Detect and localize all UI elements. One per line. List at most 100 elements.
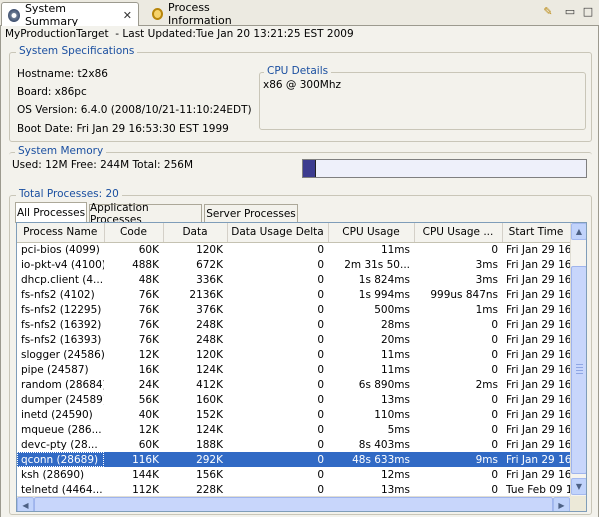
table-cell: slogger (24586) [21,348,104,361]
table-cell: 0 [491,318,498,331]
table-cell: 3ms [475,273,498,286]
table-cell: 1ms [475,303,498,316]
scroll-up-icon[interactable]: ▲ [571,223,586,240]
column-header-6[interactable]: Start Time [502,223,571,243]
table-row[interactable]: dumper (24589) 56K 160K 0 13ms 0 Fri Jan 29 16… [17,392,570,407]
table-cell: ksh (28690) [21,468,85,481]
table-row[interactable]: slogger (24586) 12K 120K 0 11ms 0 Fri Jan 29 1… [17,347,570,362]
table-row[interactable]: io-pkt-v4 (4100) 488K 672K 0 2m 31s 50... 3ms… [17,257,570,272]
table-cell: 12K [138,423,159,436]
system-memory-title: System Memory [15,145,107,157]
table-cell: io-pkt-v4 (4100) [21,258,104,271]
table-cell: 5ms [387,423,410,436]
table-cell: 0 [491,468,498,481]
table-header-row: Process Name Code Data Data Usage Delta CPU … [17,223,571,243]
tab-system-summary[interactable]: System Summary ✕ [1,2,139,28]
system-specifications-group: System Specifications Hostname: t2x86 Bo… [9,45,592,142]
table-cell: qconn (28689) [17,452,104,467]
table-cell: 13ms [380,393,410,406]
table-row[interactable]: ksh (28690) 144K 156K 0 12ms 0 Fri Jan 29 16: [17,467,570,482]
table-row[interactable]: fs-nfs2 (12295) 76K 376K 0 500ms 1ms Fri Jan 2… [17,302,570,317]
system-summary-icon [8,8,20,22]
table-row[interactable]: dhcp.client (4... 48K 336K 0 1s 824ms 3ms Fri … [17,272,570,287]
board-label: Board: x86pc [17,86,87,98]
tab-server-processes[interactable]: Server Processes [204,204,298,222]
boot-date-label: Boot Date: Fri Jan 29 16:53:30 EST 1999 [17,123,229,135]
table-cell: fs-nfs2 (12295) [21,303,102,316]
column-header-3[interactable]: Data Usage Delta [227,223,329,243]
vertical-scrollbar[interactable]: ▲ ▼ [570,223,586,496]
table-cell: 13ms [380,483,410,496]
table-cell: 12K [138,348,159,361]
scroll-left-icon[interactable]: ◀ [17,497,34,511]
table-cell: Fri Jan 29 16: [506,318,570,331]
table-cell: 412K [196,378,223,391]
tab-all-processes[interactable]: All Processes [15,202,87,223]
table-cell: 0 [317,408,324,421]
table-cell: Fri Jan 29 16: [506,288,570,301]
table-cell: 0 [317,393,324,406]
tab-process-information-label: Process Information [168,1,232,27]
table-cell: Fri Jan 29 16: [506,378,570,391]
table-cell: 112K [132,483,159,496]
table-cell: 0 [491,438,498,451]
table-cell: 0 [227,452,328,467]
table-row[interactable]: pipe (24587) 16K 124K 0 11ms 0 Fri Jan 29 16: [17,362,570,377]
clear-icon[interactable]: ✎ [540,5,556,19]
table-cell: 0 [317,303,324,316]
table-row[interactable]: telnetd (4464... 112K 228K 0 13ms 0 Tue Feb 09… [17,482,570,497]
column-header-2[interactable]: Data [163,223,228,243]
table-cell: 116K [104,452,163,467]
column-header-1[interactable]: Code [104,223,164,243]
table-cell: inetd (24590) [21,408,93,421]
table-cell: 336K [196,273,223,286]
table-cell: 110ms [374,408,410,421]
tab-system-summary-label: System Summary [24,2,79,28]
table-cell: 0 [491,333,498,346]
column-header-0[interactable]: Process Name [17,223,105,243]
table-cell: 0 [317,333,324,346]
scroll-corner [570,496,586,511]
table-row[interactable]: random (28684) 24K 412K 0 6s 890ms 2ms Fri Jan… [17,377,570,392]
table-row[interactable]: pci-bios (4099) 60K 120K 0 11ms 0 Fri Jan 29 1… [17,242,570,257]
tab-process-information[interactable]: Process Information [146,1,270,27]
process-table: Process Name Code Data Data Usage Delta CPU … [16,222,587,512]
table-cell: Fri Jan 29 16: [506,363,570,376]
table-row[interactable]: fs-nfs2 (16393) 76K 248K 0 20ms 0 Fri Jan 29 1… [17,332,570,347]
table-cell: dhcp.client (4... [21,273,104,286]
table-row[interactable]: qconn (28689) 116K 292K 0 48s 633ms 9ms Fri Ja… [17,452,570,467]
table-row[interactable]: mqueue (286... 12K 124K 0 5ms 0 Fri Jan 29 16: [17,422,570,437]
table-cell: 672K [196,258,223,271]
table-cell: 152K [196,408,223,421]
table-cell: Fri Jan 29 16: [506,468,570,481]
table-cell: 500ms [374,303,410,316]
table-row[interactable]: devc-pty (28... 60K 188K 0 8s 403ms 0 Fri Jan … [17,437,570,452]
table-cell: 0 [491,408,498,421]
column-header-4[interactable]: CPU Usage [328,223,415,243]
table-cell: 292K [163,452,227,467]
table-row[interactable]: inetd (24590) 40K 152K 0 110ms 0 Fri Jan 29 16… [17,407,570,422]
table-cell: 188K [196,438,223,451]
table-cell: 56K [138,393,159,406]
table-cell: Fri Jan 29 16: [506,348,570,361]
table-cell: 120K [196,348,223,361]
scroll-down-icon[interactable]: ▼ [571,478,586,495]
close-icon[interactable]: ✕ [123,9,132,22]
tab-application-processes[interactable]: Application Processes [89,202,202,226]
minimize-icon[interactable]: ▭ [562,5,578,19]
table-row[interactable]: fs-nfs2 (16392) 76K 248K 0 28ms 0 Fri Jan 29 1… [17,317,570,332]
table-row[interactable]: fs-nfs2 (4102) 76K 2136K 0 1s 994ms 999us 847… [17,287,570,302]
table-cell: Fri Jan 29 16: [506,423,570,436]
scroll-right-icon[interactable]: ▶ [553,497,570,511]
table-cell: dumper (24589) [21,393,104,406]
table-cell: 124K [196,423,223,436]
table-cell: Fri Jan 29 16: [506,303,570,316]
column-header-5[interactable]: CPU Usage ... [414,223,503,243]
table-cell: 488K [132,258,159,271]
horizontal-scrollbar[interactable]: ◀ ▶ [17,496,570,511]
vertical-scroll-thumb[interactable] [571,266,586,474]
total-processes-title: Total Processes: 20 [16,188,122,200]
horizontal-scroll-thumb[interactable] [34,497,553,511]
maximize-icon[interactable]: □ [580,5,596,19]
table-cell: 60K [138,243,159,256]
